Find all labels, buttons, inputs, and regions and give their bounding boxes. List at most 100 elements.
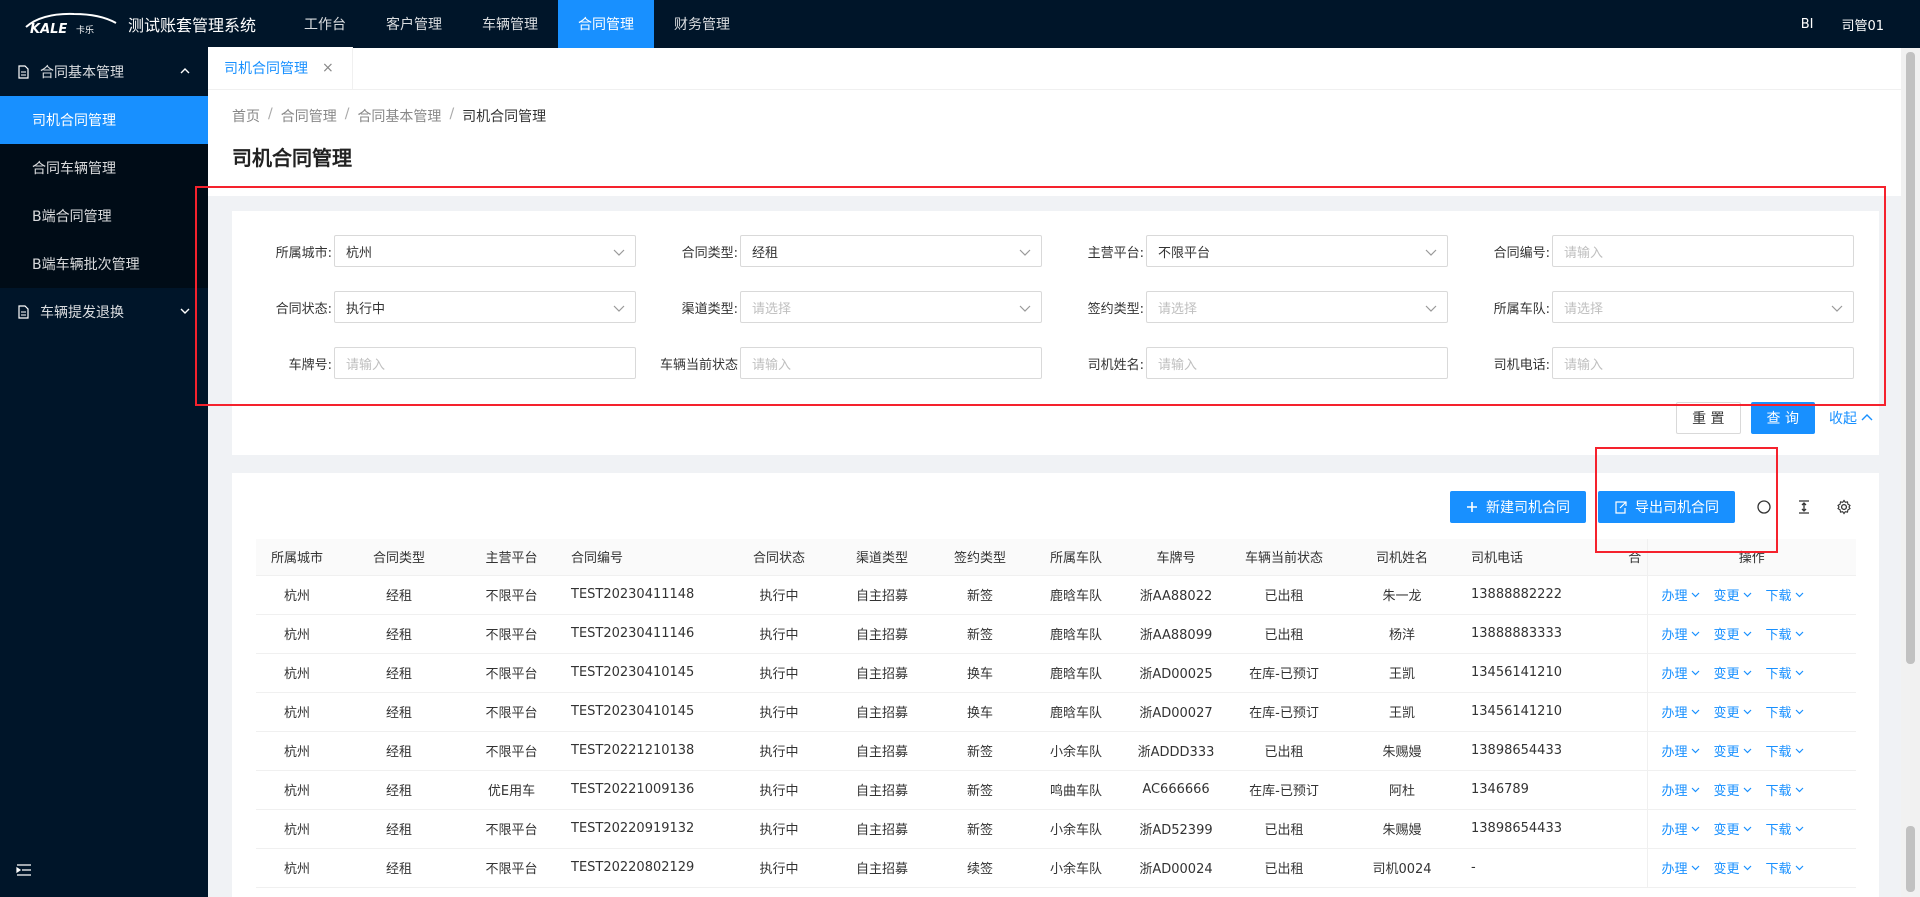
change-dropdown[interactable]: 变更 [1714,858,1752,877]
filter-actions: 重 置 查 询 收起 [1676,402,1877,434]
cell-contract-status: 执行中 [727,692,831,732]
kale-logo[interactable]: KALE 卡乐 [22,0,122,48]
sidebar-item-b-contract[interactable]: B端合同管理 [0,192,208,240]
change-dropdown[interactable]: 变更 [1714,702,1752,721]
channel-type-label: 渠道类型: [681,301,738,317]
download-dropdown[interactable]: 下载 [1766,780,1804,799]
th-city[interactable]: 所属城市 [256,539,338,576]
download-dropdown[interactable]: 下载 [1766,702,1804,721]
handle-dropdown[interactable]: 办理 [1662,702,1700,721]
sidebar-group-vehicle-handover[interactable]: 车辆提发退换 [0,288,208,336]
th-plate[interactable]: 车牌号 [1125,539,1227,576]
topnav-vehicle[interactable]: 车辆管理 [462,0,558,48]
change-dropdown[interactable]: 变更 [1714,780,1752,799]
th-fleet[interactable]: 所属车队 [1027,539,1125,576]
cell-plate: 浙AA88022 [1125,575,1227,615]
cell-platform: 不限平台 [460,692,563,732]
city-select[interactable]: 杭州 [334,235,636,267]
settings-gear-icon[interactable] [1833,496,1855,518]
th-vehicle-status[interactable]: 车辆当前状态 [1227,539,1341,576]
download-dropdown[interactable]: 下载 [1766,663,1804,682]
cell-platform: 不限平台 [460,809,563,849]
download-dropdown[interactable]: 下载 [1766,741,1804,760]
handle-dropdown[interactable]: 办理 [1662,819,1700,838]
breadcrumb-contract[interactable]: 合同管理 [281,106,337,126]
breadcrumb-home[interactable]: 首页 [232,106,260,126]
new-driver-contract-button[interactable]: 新建司机合同 [1450,491,1586,523]
reset-button[interactable]: 重 置 [1676,402,1741,434]
th-channel-type[interactable]: 渠道类型 [831,539,933,576]
contract-type-select[interactable]: 经租 [740,235,1042,267]
sign-type-select[interactable]: 请选择 [1146,291,1448,323]
inner-scrollbar-thumb[interactable] [1906,826,1915,892]
scrollbar-thumb[interactable] [1906,52,1915,664]
bi-link[interactable]: BI [1801,17,1814,32]
sidebar-group-contract-basic[interactable]: 合同基本管理 [0,48,208,96]
table-row: 杭州 经租 不限平台 TEST20230411146 执行中 自主招募 新签 鹿晗车队 浙AA8… [256,614,1856,654]
change-dropdown[interactable]: 变更 [1714,585,1752,604]
vehicle-status-input[interactable]: 请输入 [740,347,1042,379]
th-contract-no[interactable]: 合同编号 [563,539,727,576]
driver-phone-input[interactable]: 请输入 [1552,347,1854,379]
sidebar-item-b-vehicle-batch[interactable]: B端车辆批次管理 [0,240,208,288]
download-dropdown[interactable]: 下载 [1766,585,1804,604]
cell-channel-type: 自主招募 [831,848,933,888]
handle-dropdown[interactable]: 办理 [1662,585,1700,604]
topnav-customer[interactable]: 客户管理 [366,0,462,48]
sidebar-item-driver-contract[interactable]: 司机合同管理 [0,96,208,144]
topnav-finance[interactable]: 财务管理 [654,0,750,48]
sidebar-item-contract-vehicle[interactable]: 合同车辆管理 [0,144,208,192]
handle-dropdown[interactable]: 办理 [1662,858,1700,877]
city-label: 所属城市: [275,245,332,261]
plate-input[interactable]: 请输入 [334,347,636,379]
change-dropdown[interactable]: 变更 [1714,624,1752,643]
handle-dropdown[interactable]: 办理 [1662,780,1700,799]
change-dropdown[interactable]: 变更 [1714,819,1752,838]
tab-driver-contract[interactable]: 司机合同管理 × [208,47,353,89]
cell-channel-type: 自主招募 [831,653,933,693]
export-driver-contract-button[interactable]: 导出司机合同 [1598,491,1735,523]
th-platform[interactable]: 主营平台 [460,539,563,576]
contract-no-input[interactable]: 请输入 [1552,235,1854,267]
download-dropdown[interactable]: 下载 [1766,624,1804,643]
column-height-icon[interactable] [1793,496,1815,518]
contract-status-select[interactable]: 执行中 [334,291,636,323]
reload-icon[interactable] [1753,496,1775,518]
contract-type-label: 合同类型: [681,245,738,261]
change-dropdown[interactable]: 变更 [1714,663,1752,682]
th-driver-name[interactable]: 司机姓名 [1341,539,1463,576]
close-icon[interactable]: × [322,60,334,76]
cell-contract-no: TEST20221009136 [563,770,727,810]
menu-fold-icon[interactable] [16,863,32,881]
chevron-down-icon [1425,249,1437,256]
svg-text:卡乐: 卡乐 [76,24,94,36]
handle-dropdown[interactable]: 办理 [1662,741,1700,760]
fleet-select[interactable]: 请选择 [1552,291,1854,323]
change-dropdown[interactable]: 变更 [1714,741,1752,760]
download-dropdown[interactable]: 下载 [1766,819,1804,838]
th-sign-type[interactable]: 签约类型 [933,539,1027,576]
handle-dropdown[interactable]: 办理 [1662,624,1700,643]
page-scrollbar[interactable] [1901,48,1920,897]
query-button[interactable]: 查 询 [1750,402,1815,434]
cell-driver-name: 朱赐嫚 [1341,731,1463,771]
handle-dropdown[interactable]: 办理 [1662,663,1700,682]
th-contract-type[interactable]: 合同类型 [338,539,460,576]
breadcrumb-contract-basic[interactable]: 合同基本管理 [357,106,441,126]
cell-contract-type: 经租 [338,653,460,693]
cell-sign-type: 新签 [933,614,1027,654]
cell-vehicle-status: 在库-已预订 [1227,770,1341,810]
channel-type-select[interactable]: 请选择 [740,291,1042,323]
th-contract-status[interactable]: 合同状态 [727,539,831,576]
user-menu[interactable]: 司管01 [1841,15,1884,34]
collapse-button[interactable]: 收起 [1825,402,1877,434]
cell-actions: 办理 变更 下载 [1646,770,1856,810]
topnav-workbench[interactable]: 工作台 [284,0,366,48]
driver-name-input[interactable]: 请输入 [1146,347,1448,379]
cell-driver-name: 朱赐嫚 [1341,809,1463,849]
cell-fleet: 小余车队 [1027,848,1125,888]
th-driver-phone[interactable]: 司机电话 [1463,539,1623,576]
topnav-contract[interactable]: 合同管理 [558,0,655,48]
download-dropdown[interactable]: 下载 [1766,858,1804,877]
platform-select[interactable]: 不限平台 [1146,235,1448,267]
